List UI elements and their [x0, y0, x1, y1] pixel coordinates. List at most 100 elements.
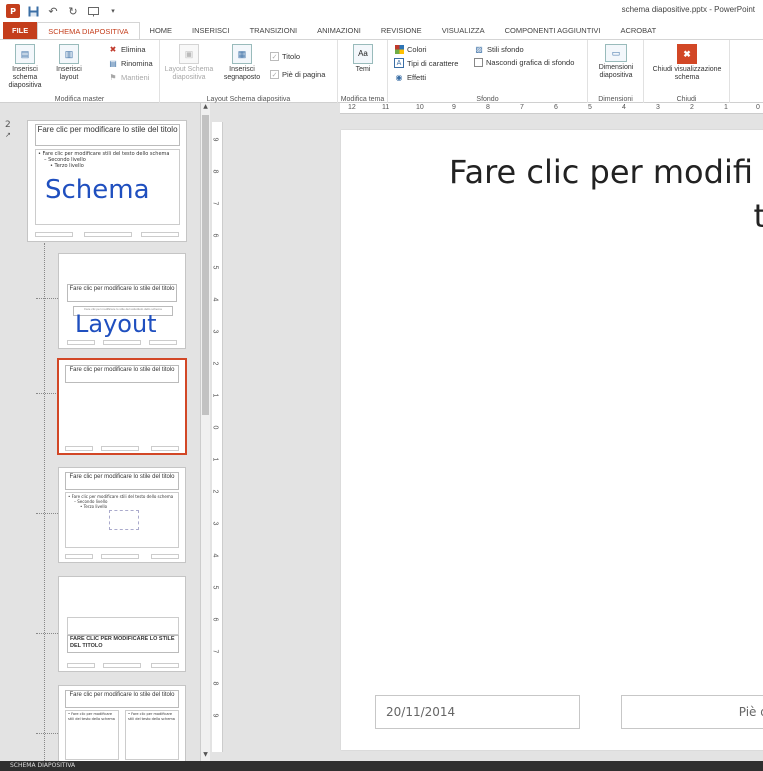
scroll-up-arrow-icon[interactable]: ▲	[201, 103, 210, 113]
tab-acrobat[interactable]: ACROBAT	[610, 22, 666, 39]
quick-access-toolbar: P ↶ ↻ ▾	[0, 0, 120, 22]
pin-icon: ⚑	[109, 72, 117, 82]
slide-editing-canvas[interactable]: Fare clic per modifi tito 20/11/2014 Piè…	[223, 114, 763, 754]
ruler-label: 9	[212, 137, 219, 142]
tab-componenti-aggiuntivi[interactable]: COMPONENTI AGGIUNTIVI	[495, 22, 611, 39]
thumbnail-text: • Terzo livello	[50, 163, 84, 169]
group-label-layout-schema: Layout Schema diapositiva	[206, 96, 291, 103]
title-line: tito	[753, 197, 763, 235]
tab-visualizza[interactable]: VISUALIZZA	[432, 22, 495, 39]
ruler-label: 1	[212, 393, 219, 398]
thumbnail-body: • Fare clic per modificare stili del tes…	[65, 710, 119, 760]
title-placeholder[interactable]: Fare clic per modifi tito	[391, 150, 763, 235]
group-label-sfondo: Sfondo	[476, 96, 499, 103]
check-icon: ✓	[270, 52, 279, 61]
ruler-label: 3	[656, 104, 660, 111]
layout-connector	[44, 243, 45, 761]
dimensioni-diapositiva-button[interactable]: ▭ Dimensioni diapositiva	[592, 44, 640, 80]
ribbon: ▤ Inserisci schema diapositiva ▥ Inseris…	[0, 39, 763, 104]
thumbnail-footer	[84, 232, 132, 237]
status-bar: SCHEMA DIAPOSITIVA	[0, 761, 763, 771]
ruler-label: 2	[690, 104, 694, 111]
colori-button[interactable]: Colori	[394, 44, 427, 54]
group-modifica-master: ▤ Inserisci schema diapositiva ▥ Inseris…	[0, 40, 160, 104]
group-label-dimensioni: Dimensioni	[598, 96, 633, 103]
temi-button[interactable]: Aa Temi	[344, 44, 382, 74]
horizontal-ruler[interactable]: 12 11 10 9 8 7 6 5 4 3 2 1 0	[340, 103, 763, 114]
window-title: schema diapositive.pptx - PowerPoint	[621, 5, 755, 14]
tab-inserisci[interactable]: INSERISCI	[182, 22, 240, 39]
tipi-carattere-button[interactable]: A Tipi di carattere	[394, 58, 458, 68]
inserisci-segnaposto-button[interactable]: ▦ Inserisci segnaposto	[216, 44, 268, 82]
mantieni-button[interactable]: ⚑ Mantieni	[108, 72, 149, 82]
tab-revisione[interactable]: REVISIONE	[371, 22, 432, 39]
group-chiudi: ✖ Chiudi visualizzazione schema Chiudi	[644, 40, 730, 104]
insert-master-button[interactable]: ▤ Inserisci schema diapositiva	[2, 44, 48, 90]
ruler-label: 1	[212, 457, 219, 462]
title-line: Fare clic per modifi	[449, 153, 753, 191]
redo-icon[interactable]: ↻	[66, 4, 80, 18]
presentation-start-icon[interactable]	[86, 4, 100, 18]
group-modifica-tema: Aa Temi Modifica tema	[338, 40, 388, 104]
thumbnail-footer	[67, 340, 95, 345]
thumbnail-scrollbar[interactable]: ▲ ▼	[200, 103, 210, 761]
nascondi-grafica-checkbox[interactable]: Nascondi grafica di sfondo	[474, 58, 574, 67]
layout-connector	[36, 733, 58, 734]
ribbon-tabs: FILE SCHEMA DIAPOSITIVA HOME INSERISCI T…	[0, 22, 763, 39]
slide-number: 2	[5, 120, 11, 130]
date-placeholder[interactable]: 20/11/2014	[375, 695, 580, 729]
slide-thumbnail-pane[interactable]: 2 ↗ Fare clic per modificare lo stile de…	[0, 103, 200, 761]
layout-thumbnail-title-content[interactable]: Fare clic per modificare lo stile del ti…	[58, 467, 186, 563]
ruler-label: 7	[212, 649, 219, 654]
scrollbar-thumb[interactable]	[202, 115, 209, 415]
group-dimensioni: ▭ Dimensioni diapositiva Dimensioni	[588, 40, 644, 104]
ruler-label: 3	[212, 521, 219, 526]
layout-connector	[36, 298, 58, 299]
thumbnail-footer	[67, 663, 95, 668]
group-label-modifica-master: Modifica master	[54, 96, 105, 103]
rinomina-button[interactable]: ▤ Rinomina	[108, 58, 152, 68]
titolo-checkbox[interactable]: ✓ Titolo	[270, 52, 300, 61]
tab-transizioni[interactable]: TRANSIZIONI	[240, 22, 308, 39]
footer-placeholder[interactable]: Piè di pa	[621, 695, 763, 729]
ruler-label: 2	[212, 361, 219, 366]
ruler-label: 4	[622, 104, 626, 111]
layout-schema-button[interactable]: ▣ Layout Schema diapositiva	[164, 44, 214, 82]
slide-page[interactable]: Fare clic per modifi tito 20/11/2014 Piè…	[341, 130, 763, 750]
undo-icon[interactable]: ↶	[46, 4, 60, 18]
layout-thumbnail-section[interactable]: FARE CLIC PER MODIFICARE LO STILE DEL TI…	[58, 576, 186, 672]
content-placeholder-icons	[109, 510, 139, 530]
pie-di-pagina-checkbox[interactable]: ✓ Piè di pagina	[270, 70, 325, 79]
elimina-button[interactable]: ✖ Elimina	[108, 44, 146, 54]
tab-schema-diapositiva[interactable]: SCHEMA DIAPOSITIVA	[37, 22, 140, 39]
layout-thumbnail-title-only[interactable]: Fare clic per modificare lo stile del ti…	[57, 358, 187, 455]
layout-connector	[36, 393, 58, 394]
placeholder-icon: ▦	[232, 44, 252, 64]
ruler-label: 9	[212, 713, 219, 718]
vertical-ruler[interactable]: 9 8 7 6 5 4 3 2 1 0 1 2 3 4 5 6 7 8 9	[212, 122, 223, 752]
insert-layout-icon: ▥	[59, 44, 79, 64]
layout-thumbnail-two-content[interactable]: Fare clic per modificare lo stile del ti…	[58, 685, 186, 761]
customize-qat-icon[interactable]: ▾	[106, 4, 120, 18]
slide-size-icon: ▭	[605, 44, 627, 62]
thumbnail-footer	[151, 663, 179, 668]
master-slide-thumbnail[interactable]: Fare clic per modificare lo stile del ti…	[27, 120, 187, 242]
insert-layout-button[interactable]: ▥ Inserisci layout	[50, 44, 88, 82]
tab-home[interactable]: HOME	[140, 22, 183, 39]
effects-icon: ◉	[395, 72, 403, 82]
chiudi-visualizzazione-button[interactable]: ✖ Chiudi visualizzazione schema	[646, 44, 728, 82]
ruler-label: 8	[212, 681, 219, 686]
thumbnail-title: Fare clic per modificare lo stile del ti…	[65, 690, 179, 708]
layout-schema-icon: ▣	[179, 44, 199, 64]
tab-file[interactable]: FILE	[3, 22, 38, 39]
stili-sfondo-button[interactable]: ▨ Stili sfondo	[474, 44, 523, 54]
save-icon[interactable]	[26, 4, 40, 18]
tab-animazioni[interactable]: ANIMAZIONI	[307, 22, 371, 39]
scroll-down-arrow-icon[interactable]: ▼	[201, 751, 210, 761]
layout-thumbnail-title[interactable]: Fare clic per modificare lo stile del ti…	[58, 253, 186, 349]
ruler-label: 11	[382, 104, 390, 111]
effetti-button[interactable]: ◉ Effetti	[394, 72, 427, 82]
thumbnail-footer	[149, 340, 177, 345]
pin-icon: ↗	[5, 131, 11, 139]
background-styles-icon: ▨	[475, 44, 483, 54]
